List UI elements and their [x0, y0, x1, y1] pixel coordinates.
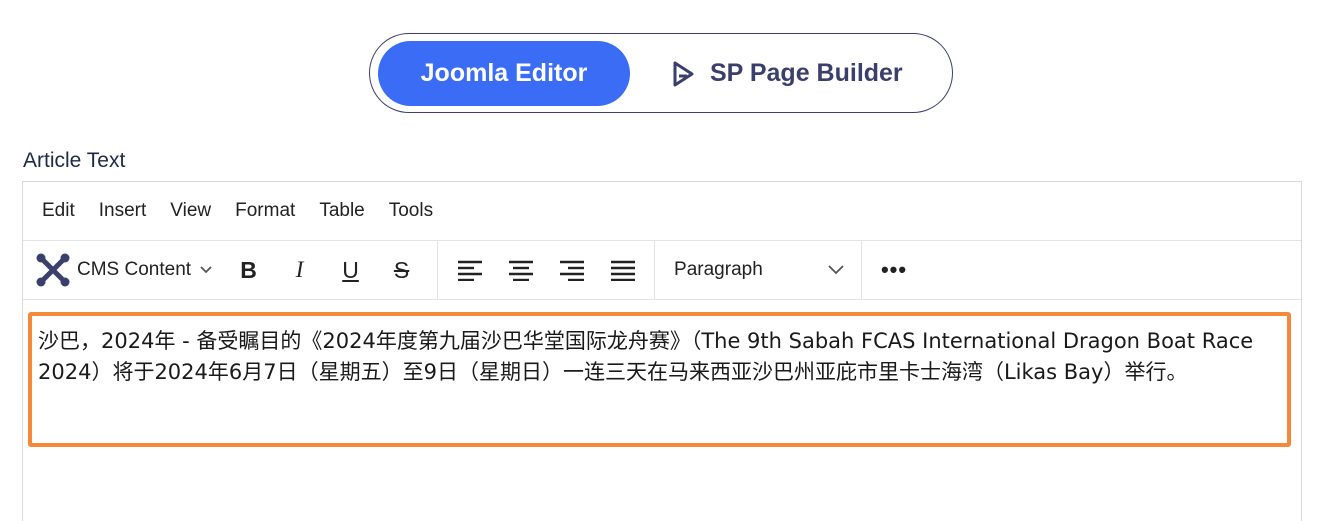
align-left-icon [457, 260, 482, 281]
align-right-icon [559, 260, 584, 281]
italic-icon: I [295, 257, 304, 282]
underline-icon: U [342, 256, 359, 283]
menu-insert[interactable]: Insert [99, 200, 147, 222]
sp-page-builder-icon [673, 61, 694, 86]
block-format-select[interactable]: Paragraph [655, 241, 863, 299]
editor-menubar: Edit Insert View Format Table Tools [23, 182, 1301, 241]
toolbar-group-formatting: CMS Content B I U S [23, 241, 439, 299]
chevron-down-icon [828, 265, 844, 275]
article-paragraph: 沙巴，2024年 - 备受瞩目的《2024年度第九届沙巴华堂国际龙舟赛》（The… [38, 329, 1254, 384]
editor-content-area[interactable]: 沙巴，2024年 - 备受瞩目的《2024年度第九届沙巴华堂国际龙舟赛》（The… [28, 312, 1291, 447]
rich-text-editor: Edit Insert View Format Table Tools CMS … [22, 181, 1302, 521]
menu-edit[interactable]: Edit [42, 200, 75, 222]
italic-button[interactable]: I [274, 250, 325, 290]
editor-mode-toggle: Joomla Editor SP Page Builder [369, 33, 953, 113]
more-icon: ••• [880, 257, 908, 282]
sp-page-builder-label: SP Page Builder [710, 59, 903, 87]
menu-table[interactable]: Table [319, 200, 364, 222]
menu-tools[interactable]: Tools [389, 200, 433, 222]
cms-content-dropdown[interactable]: CMS Content [23, 252, 223, 288]
underline-button[interactable]: U [325, 250, 376, 290]
cms-content-label: CMS Content [77, 259, 192, 280]
bold-button[interactable]: B [223, 250, 274, 290]
sp-page-builder-button[interactable]: SP Page Builder [670, 41, 903, 106]
bold-icon: B [240, 256, 257, 283]
joomla-editor-label: Joomla Editor [420, 59, 588, 87]
align-right-button[interactable] [546, 250, 597, 290]
align-left-button[interactable] [444, 250, 495, 290]
block-format-value: Paragraph [674, 259, 763, 280]
align-center-button[interactable] [495, 250, 546, 290]
align-justify-button[interactable] [597, 250, 648, 290]
menu-view[interactable]: View [170, 200, 211, 222]
strikethrough-button[interactable]: S [376, 250, 427, 290]
chevron-down-icon [200, 266, 212, 274]
toolbar-group-alignment [438, 241, 656, 299]
joomla-logo-icon [36, 253, 70, 287]
field-label-article-text: Article Text [23, 149, 126, 172]
menu-format[interactable]: Format [235, 200, 295, 222]
align-center-icon [508, 260, 533, 281]
align-justify-icon [610, 260, 635, 281]
strikethrough-icon: S [393, 256, 410, 283]
more-options-button[interactable]: ••• [862, 241, 926, 299]
joomla-editor-button[interactable]: Joomla Editor [378, 41, 630, 106]
editor-toolbar: CMS Content B I U S Paragraph ••• [23, 241, 1301, 300]
